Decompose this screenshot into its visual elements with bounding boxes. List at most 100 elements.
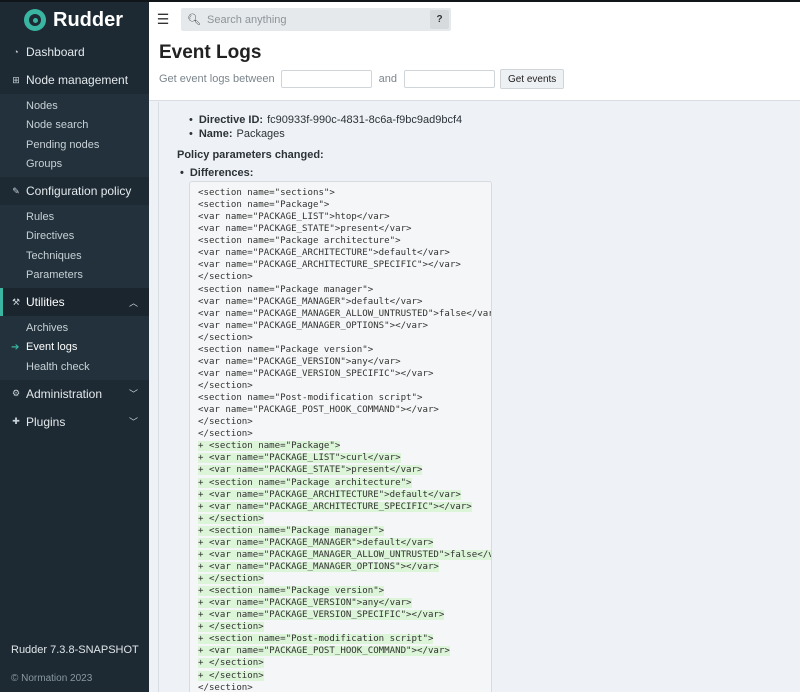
sidebar-item-plugins[interactable]: ✚ Plugins ﹀ xyxy=(0,408,149,436)
sidebar-item-label: Health check xyxy=(26,360,90,373)
diff-line-text: + <section name="Package"> xyxy=(198,441,341,452)
diff-line-added: + </section> xyxy=(198,621,491,633)
diff-line-added: + <section name="Package architecture"> xyxy=(198,477,491,489)
diff-line: <section name="Package architecture"> xyxy=(198,235,491,247)
diff-line-text: <section name="Package"> xyxy=(198,200,330,211)
sidebar-item-parameters[interactable]: Parameters xyxy=(0,266,149,286)
diff-line-added: + </section> xyxy=(198,657,491,669)
rudder-logo-icon xyxy=(24,9,46,31)
sidebar-item-label: Administration xyxy=(26,386,103,401)
diff-line-text: </section> xyxy=(198,381,253,391)
diff-line-text: + <var name="PACKAGE_LIST">curl</var> xyxy=(198,453,401,464)
copyright-label: © Normation 2023 xyxy=(11,673,93,684)
menu-toggle-icon[interactable]: ☰ xyxy=(149,11,177,28)
diff-line-added: + <var name="PACKAGE_MANAGER_ALLOW_UNTRU… xyxy=(198,549,491,561)
directive-name-item: Name: Packages xyxy=(189,127,462,141)
diff-line-text: + <section name="Package architecture"> xyxy=(198,477,412,488)
section-title: Policy parameters changed: xyxy=(177,149,324,161)
diff-line-text: + </section> xyxy=(198,513,264,524)
diff-line-text: <var name="PACKAGE_VERSION">any</var> xyxy=(198,356,401,367)
page-header: Event Logs Get event logs between and Ge… xyxy=(149,36,800,100)
diff-line-text: <section name="Package manager"> xyxy=(198,284,374,295)
diff-line-added: + <var name="PACKAGE_MANAGER">default</v… xyxy=(198,537,491,549)
search-icon[interactable]: 🔍︎ xyxy=(181,13,207,26)
diff-line-added: + <var name="PACKAGE_LIST">curl</var> xyxy=(198,452,491,464)
differences-label: Differences: xyxy=(180,167,254,179)
diff-line-text: <var name="PACKAGE_MANAGER_OPTIONS"></va… xyxy=(198,320,428,331)
pencil-icon: ✎ xyxy=(12,185,20,196)
diff-line-text: + <var name="PACKAGE_POST_HOOK_COMMAND">… xyxy=(198,646,450,657)
diff-line: </section> xyxy=(198,271,491,283)
diff-line: </section> xyxy=(198,428,491,440)
diff-line-text: </section> xyxy=(198,682,253,692)
diff-line-added: + <var name="PACKAGE_ARCHITECTURE_SPECIF… xyxy=(198,501,491,513)
sidebar-item-archives[interactable]: Archives xyxy=(0,318,149,338)
diff-line: <var name="PACKAGE_ARCHITECTURE_SPECIFIC… xyxy=(198,259,491,271)
directive-name-value: Packages xyxy=(236,128,285,140)
node-management-submenu: Nodes Node search Pending nodes Groups xyxy=(0,94,149,177)
start-date-input[interactable] xyxy=(280,70,372,88)
diff-line-added: + <var name="PACKAGE_VERSION_SPECIFIC"><… xyxy=(198,609,491,621)
directive-info-list: Directive ID: fc90933f-990c-4831-8c6a-f9… xyxy=(189,113,462,141)
sidebar-item-label: Utilities xyxy=(26,295,65,309)
sidebar-item-label: Configuration policy xyxy=(26,184,132,198)
sidebar-item-nodes[interactable]: Nodes xyxy=(0,96,149,116)
sidebar-item-utilities[interactable]: ⚒ Utilities ︿ xyxy=(0,288,149,316)
sidebar-item-groups[interactable]: Groups xyxy=(0,155,149,175)
diff-line-added: + <var name="PACKAGE_MANAGER_OPTIONS"></… xyxy=(198,561,491,573)
diff-line: </section> xyxy=(198,682,491,692)
directive-name-label: Name: xyxy=(198,128,233,140)
sidebar-item-dashboard[interactable]: ◔ Dashboard xyxy=(0,38,149,66)
get-events-button[interactable]: Get events xyxy=(499,69,565,89)
sidebar-item-event-logs[interactable]: ➔ Event logs xyxy=(0,338,149,358)
sidebar-item-configuration-policy[interactable]: ✎ Configuration policy xyxy=(0,177,149,205)
sidebar: Rudder ◔ Dashboard ⊞ Node management Nod… xyxy=(0,0,149,692)
sidebar-item-rules[interactable]: Rules xyxy=(0,207,149,227)
diff-line: <var name="PACKAGE_VERSION_SPECIFIC"></v… xyxy=(198,368,491,380)
diff-code-block: <section name="sections"> <section name="… xyxy=(189,181,492,692)
diff-line: <var name="PACKAGE_ARCHITECTURE">default… xyxy=(198,247,491,259)
wrench-icon: ⚒ xyxy=(11,296,21,307)
diff-line-added: + </section> xyxy=(198,670,491,682)
diff-line: <var name="PACKAGE_POST_HOOK_COMMAND"></… xyxy=(198,404,491,416)
diff-line-text: + </section> xyxy=(198,622,264,633)
diff-line: <var name="PACKAGE_LIST">htop</var> xyxy=(198,211,491,223)
event-log-content: Directive ID: fc90933f-990c-4831-8c6a-f9… xyxy=(149,100,800,692)
diff-line-added: + <section name="Package version"> xyxy=(198,585,491,597)
diff-line-added: + <section name="Package"> xyxy=(198,440,491,452)
search-input[interactable] xyxy=(207,13,417,26)
diff-line-text: + </section> xyxy=(198,658,264,669)
sidebar-item-node-management[interactable]: ⊞ Node management xyxy=(0,66,149,94)
sidebar-item-health-check[interactable]: Health check xyxy=(0,357,149,377)
sidebar-item-node-search[interactable]: Node search xyxy=(0,116,149,136)
brand[interactable]: Rudder xyxy=(0,2,149,38)
diff-line: <section name="Package manager"> xyxy=(198,284,491,296)
diff-line-text: + <var name="PACKAGE_STATE">present</var… xyxy=(198,465,423,476)
diff-line-text: + <var name="PACKAGE_MANAGER_OPTIONS"></… xyxy=(198,561,439,572)
diff-line-added: + <var name="PACKAGE_VERSION">any</var> xyxy=(198,597,491,609)
end-date-input[interactable] xyxy=(403,70,495,88)
diff-line-text: + <var name="PACKAGE_ARCHITECTURE_SPECIF… xyxy=(198,501,472,512)
diff-line: <section name="sections"> xyxy=(198,187,491,199)
diff-line: <section name="Package version"> xyxy=(198,344,491,356)
sidebar-item-administration[interactable]: ⚙ Administration ﹀ xyxy=(0,380,149,408)
diff-line: <var name="PACKAGE_MANAGER">default</var… xyxy=(198,296,491,308)
diff-line-text: <section name="Package version"> xyxy=(198,344,374,355)
version-label: Rudder 7.3.8-SNAPSHOT xyxy=(11,644,139,656)
diff-line-text: <var name="PACKAGE_VERSION_SPECIFIC"></v… xyxy=(198,368,434,379)
sidebar-item-techniques[interactable]: Techniques xyxy=(0,246,149,266)
diff-line-text: <var name="PACKAGE_LIST">htop</var> xyxy=(198,212,390,223)
date-filter: Get event logs between and Get events xyxy=(159,69,565,89)
diff-line-added: + <var name="PACKAGE_POST_HOOK_COMMAND">… xyxy=(198,645,491,657)
chevron-down-icon: ﹀ xyxy=(128,389,138,399)
help-button[interactable]: ? xyxy=(430,10,449,29)
diff-line-text: + <var name="PACKAGE_ARCHITECTURE">defau… xyxy=(198,489,461,500)
puzzle-icon: ✚ xyxy=(12,416,20,426)
sidebar-item-pending-nodes[interactable]: Pending nodes xyxy=(0,135,149,155)
diff-line: </section> xyxy=(198,416,491,428)
diff-line-text: + <var name="PACKAGE_MANAGER">default</v… xyxy=(198,537,434,548)
directive-id-label: Directive ID: xyxy=(198,114,264,126)
sidebar-item-directives[interactable]: Directives xyxy=(0,227,149,247)
diff-line-text: <section name="Package architecture"> xyxy=(198,236,401,247)
filter-label: Get event logs between xyxy=(159,73,275,85)
